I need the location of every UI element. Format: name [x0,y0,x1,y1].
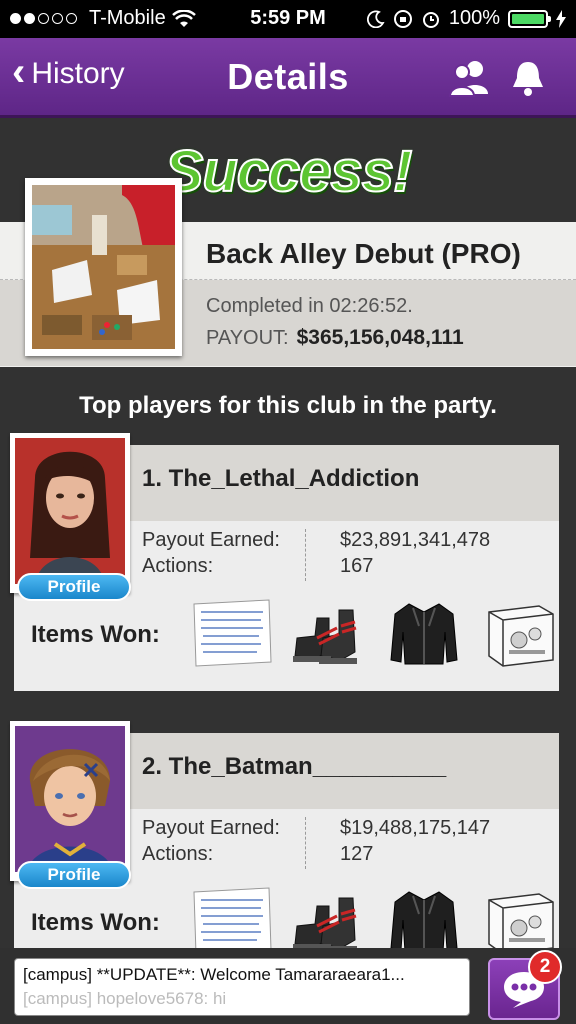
player-card: Profile 1. The_Lethal_Addiction Payout E… [10,433,562,691]
boots-icon[interactable] [286,593,370,673]
actions-value: 167 [340,555,374,577]
actions-label: Actions: [142,555,214,577]
unread-badge: 2 [528,950,562,984]
avatar[interactable] [10,721,130,881]
battery-percent: 100% [448,7,500,29]
chat-preview[interactable]: [campus] **UPDATE**: Welcome Tamararaear… [14,958,470,1016]
chat-message: [campus] hopelove5678: hi [23,989,227,1008]
back-button[interactable]: ‹ History [12,52,125,92]
chat-bar: [campus] **UPDATE**: Welcome Tamararaear… [0,948,576,1024]
profile-button[interactable]: Profile [17,861,131,889]
payout-earned-value: $23,891,341,478 [340,529,491,551]
chevron-left-icon: ‹ [12,50,26,94]
boots-icon[interactable] [286,881,370,948]
leather-jacket-icon[interactable] [382,881,466,948]
alarm-icon [422,11,439,28]
bell-icon[interactable] [508,58,548,98]
actions-value: 127 [340,843,374,865]
player-name: 1. The_Lethal_Addiction [142,465,420,492]
display-case-icon[interactable] [478,593,562,673]
player-name: 2. The_Batman__________ [142,753,447,780]
display-case-icon[interactable] [478,881,562,948]
rotation-lock-icon [393,9,412,28]
payout-label: PAYOUT: [206,327,289,349]
details-content[interactable]: Success! Back Alley Debut (PRO) Complete… [0,118,576,948]
payout-value: $365,156,048,111 [296,326,464,349]
friends-icon[interactable] [448,58,492,98]
top-players-heading: Top players for this club in the party. [79,392,497,419]
back-label: History [31,57,125,90]
actions-label: Actions: [142,843,214,865]
paper-note-icon[interactable] [190,881,274,948]
paper-note-icon[interactable] [190,593,274,673]
items-won-label: Items Won: [31,621,160,648]
player-card: Profile 2. The_Batman__________ Payout E… [10,721,562,948]
profile-button[interactable]: Profile [17,573,131,601]
moon-icon [366,10,385,28]
payout-earned-label: Payout Earned: [142,529,280,551]
charging-icon [556,9,566,28]
status-bar: T-Mobile 5:59 PM 100% [0,0,576,38]
chat-message: [campus] **UPDATE**: Welcome Tamararaear… [23,965,405,984]
club-thumbnail [25,178,182,356]
payout-earned-value: $19,488,175,147 [340,817,491,839]
status-right: 100% [366,7,566,30]
nav-actions [448,58,548,98]
leather-jacket-icon[interactable] [382,593,466,673]
completed-time: Completed in 02:26:52. [206,295,413,317]
payout-row: PAYOUT: $365,156,048,111 [206,326,464,350]
items-won-list [190,881,562,948]
payout-earned-label: Payout Earned: [142,817,280,839]
items-won-label: Items Won: [31,909,160,936]
nav-bar: ‹ History Details [0,38,576,118]
avatar[interactable] [10,433,130,593]
items-won-list [190,593,562,673]
battery-icon [508,9,551,28]
club-name: Back Alley Debut (PRO) [206,238,521,269]
